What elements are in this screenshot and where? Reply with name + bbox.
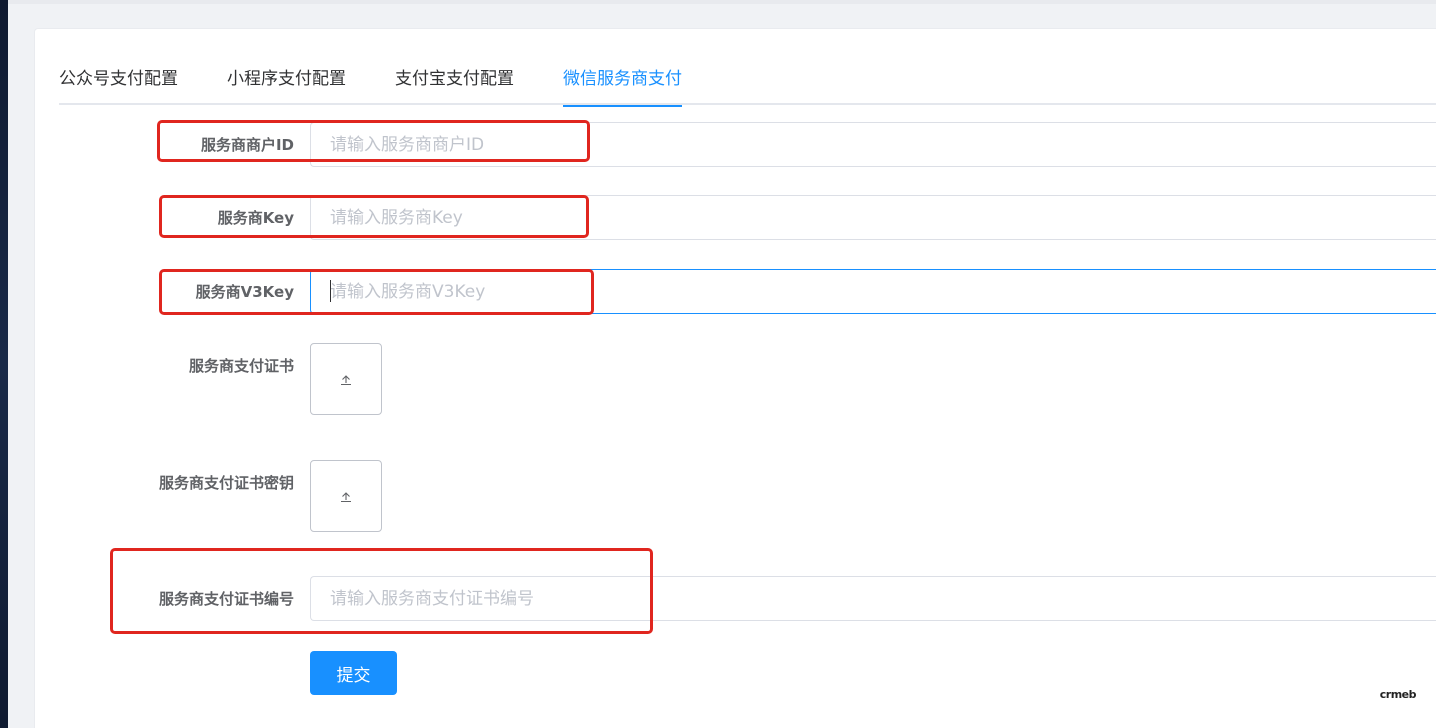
cert-label: 服务商支付证书 [188, 357, 294, 375]
tab-bar: 公众号支付配置 小程序支付配置 支付宝支付配置 微信服务商支付 [59, 63, 1436, 107]
form-row-cert-serial: 服务商支付证书编号 [35, 576, 1436, 621]
submit-button[interactable]: 提交 [310, 651, 397, 695]
merchant-id-input[interactable] [310, 122, 1436, 167]
form-row-cert-key: 服务商支付证书密钥 [35, 460, 1436, 532]
form-row-key: 服务商Key [35, 195, 1436, 240]
cert-upload-button[interactable] [310, 343, 382, 415]
key-input[interactable] [310, 195, 1436, 240]
v3key-input[interactable] [310, 269, 1436, 314]
form-row-merchant-id: 服务商商户ID [35, 122, 1436, 167]
cert-serial-label: 服务商支付证书编号 [158, 590, 294, 608]
merchant-id-label: 服务商商户ID [200, 136, 294, 154]
form-row-cert: 服务商支付证书 [35, 343, 1436, 415]
cert-key-upload-button[interactable] [310, 460, 382, 532]
cert-key-label: 服务商支付证书密钥 [158, 474, 294, 492]
upload-icon [341, 375, 351, 386]
tab-official-account-pay[interactable]: 公众号支付配置 [59, 63, 178, 105]
text-caret [330, 280, 331, 302]
upload-icon [341, 492, 351, 503]
window-edge [0, 0, 8, 728]
tab-alipay-pay[interactable]: 支付宝支付配置 [395, 63, 514, 105]
form-row-v3key: 服务商V3Key [35, 269, 1436, 314]
tab-wechat-provider-pay[interactable]: 微信服务商支付 [563, 63, 682, 107]
watermark-logo: crmeb [1379, 688, 1417, 701]
tab-mini-program-pay[interactable]: 小程序支付配置 [227, 63, 346, 105]
cert-serial-input[interactable] [310, 576, 1436, 621]
config-card: 公众号支付配置 小程序支付配置 支付宝支付配置 微信服务商支付 服务商商户ID … [34, 28, 1436, 728]
key-label: 服务商Key [217, 209, 294, 227]
v3key-label: 服务商V3Key [195, 283, 294, 301]
top-bar [8, 0, 1436, 4]
